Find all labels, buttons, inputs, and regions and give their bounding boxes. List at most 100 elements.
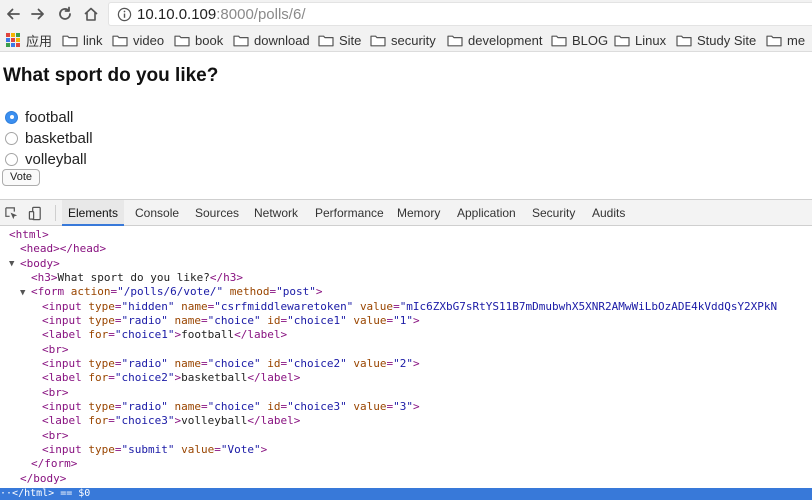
dom-line-body[interactable]: <body>	[20, 257, 60, 271]
bookmark-folder[interactable]: me	[766, 32, 805, 48]
bookmark-label: 应用	[26, 33, 53, 49]
folder-icon	[614, 35, 630, 46]
info-icon[interactable]	[117, 7, 132, 22]
expand-triangle-icon[interactable]: ▼	[9, 259, 14, 269]
selected-node-text: </html> == $0	[12, 488, 91, 499]
folder-icon	[551, 35, 567, 46]
bookmark-label: download	[254, 32, 310, 48]
dom-line-br[interactable]: <br>	[42, 386, 69, 400]
expand-triangle-icon[interactable]: ▼	[20, 288, 25, 298]
bookmark-label: security	[391, 32, 436, 48]
home-icon	[84, 7, 98, 21]
bookmark-label: book	[195, 32, 224, 48]
bookmark-folder[interactable]: Linux	[614, 32, 666, 48]
vote-button[interactable]: Vote	[2, 169, 41, 186]
folder-icon	[676, 35, 692, 46]
folder-icon	[233, 35, 249, 46]
arrow-left-icon	[7, 8, 20, 20]
dom-line-input-choice1[interactable]: <input type="radio" name="choice" id="ch…	[42, 314, 420, 328]
home-button[interactable]	[81, 4, 101, 24]
inspect-element-icon[interactable]	[4, 206, 19, 221]
bookmark-label: Linux	[635, 32, 667, 48]
dom-line-label-choice3[interactable]: <label for="choice3">volleyball</label>	[42, 414, 300, 428]
toolbar-divider	[55, 205, 56, 221]
choice-volleyball[interactable]: volleyball	[5, 150, 87, 168]
tab-console[interactable]: Console	[135, 200, 179, 226]
folder-icon	[447, 35, 463, 46]
bookmark-label: Study Site	[697, 32, 757, 48]
forward-button[interactable]	[28, 4, 48, 24]
tab-sources[interactable]: Sources	[195, 200, 239, 226]
browser-toolbar: 10.10.0.109:8000/polls/6/	[0, 0, 812, 28]
folder-icon	[62, 35, 78, 46]
dom-line-input-choice2[interactable]: <input type="radio" name="choice" id="ch…	[42, 357, 420, 371]
bookmark-label: me	[787, 32, 806, 48]
bookmark-folder[interactable]: development	[447, 32, 542, 48]
bookmark-apps[interactable]: 应用	[6, 32, 53, 49]
folder-icon	[318, 35, 334, 46]
bookmark-folder[interactable]: link	[62, 32, 103, 48]
ellipsis-icon: ··	[0, 488, 13, 499]
url-path: :8000/polls/6/	[216, 6, 306, 23]
bookmark-label: development	[468, 32, 543, 48]
bookmark-label: Site	[339, 32, 362, 48]
dom-line-form[interactable]: <form action="/polls/6/vote/" method="po…	[31, 285, 322, 299]
reload-button[interactable]	[55, 4, 75, 24]
bookmark-folder[interactable]: video	[112, 32, 164, 48]
dom-line-input-csrf[interactable]: <input type="hidden" name="csrfmiddlewar…	[42, 300, 777, 314]
dom-line-body-close[interactable]: </body>	[20, 472, 66, 486]
bookmark-label: link	[83, 32, 103, 48]
devtools-tabbar: Elements Console Sources Network Perform…	[0, 199, 812, 226]
elements-dom-tree: <html> <head></head> ▼ <body> <h3>What s…	[0, 226, 812, 488]
bookmark-label: video	[133, 32, 165, 48]
bookmark-label: BLOG	[572, 32, 609, 48]
tab-performance[interactable]: Performance	[315, 200, 384, 226]
dom-line-label-choice2[interactable]: <label for="choice2">basketball</label>	[42, 371, 300, 385]
dom-line-head[interactable]: <head></head>	[20, 242, 106, 256]
tab-elements[interactable]: Elements	[62, 200, 124, 226]
tab-audits[interactable]: Audits	[592, 200, 625, 226]
device-toolbar-icon[interactable]	[28, 206, 43, 221]
bookmark-folder[interactable]: security	[370, 32, 436, 48]
dom-line-br[interactable]: <br>	[42, 429, 69, 443]
choice-football[interactable]: football	[5, 108, 73, 126]
folder-icon	[370, 35, 386, 46]
choice-basketball[interactable]: basketball	[5, 129, 93, 147]
tab-network[interactable]: Network	[254, 200, 298, 226]
bookmarks-bar: 应用 link video book download Site security deve…	[0, 28, 812, 52]
selected-node-bar[interactable]: ··</html> == $0	[0, 488, 812, 500]
dom-line-html[interactable]: <html>	[9, 228, 49, 242]
folder-icon	[766, 35, 782, 46]
bookmark-folder[interactable]: download	[233, 32, 310, 48]
apps-icon	[6, 33, 20, 47]
radio-volleyball[interactable]	[5, 152, 18, 166]
radio-football[interactable]	[5, 110, 18, 124]
tab-memory[interactable]: Memory	[397, 200, 440, 226]
bookmark-folder[interactable]: BLOG	[551, 32, 608, 48]
dom-line-form-close[interactable]: </form>	[31, 457, 77, 471]
dom-line-label-choice1[interactable]: <label for="choice1">football</label>	[42, 328, 287, 342]
radio-label-football[interactable]: football	[25, 109, 73, 126]
folder-icon	[174, 35, 190, 46]
back-button[interactable]	[3, 4, 23, 24]
dom-line-h3[interactable]: <h3>What sport do you like?</h3>	[31, 271, 243, 285]
radio-label-volleyball[interactable]: volleyball	[25, 151, 87, 168]
dom-line-br[interactable]: <br>	[42, 343, 69, 357]
arrow-right-icon	[31, 8, 44, 20]
radio-label-basketball[interactable]: basketball	[25, 130, 93, 147]
folder-icon	[112, 35, 128, 46]
reload-icon	[59, 6, 71, 20]
page-title: What sport do you like?	[3, 65, 219, 86]
url-text: 10.10.0.109:8000/polls/6/	[137, 6, 305, 23]
bookmark-folder[interactable]: Study Site	[676, 32, 756, 48]
tab-security[interactable]: Security	[532, 200, 575, 226]
page-content: What sport do you like? football basketb…	[0, 52, 812, 199]
url-host: 10.10.0.109	[137, 6, 217, 23]
radio-basketball[interactable]	[5, 131, 18, 145]
dom-line-input-choice3[interactable]: <input type="radio" name="choice" id="ch…	[42, 400, 420, 414]
bookmark-folder[interactable]: Site	[318, 32, 361, 48]
dom-line-input-submit[interactable]: <input type="submit" value="Vote">	[42, 443, 267, 457]
bookmark-folder[interactable]: book	[174, 32, 223, 48]
address-bar[interactable]: 10.10.0.109:8000/polls/6/	[108, 2, 812, 26]
tab-application[interactable]: Application	[457, 200, 516, 226]
